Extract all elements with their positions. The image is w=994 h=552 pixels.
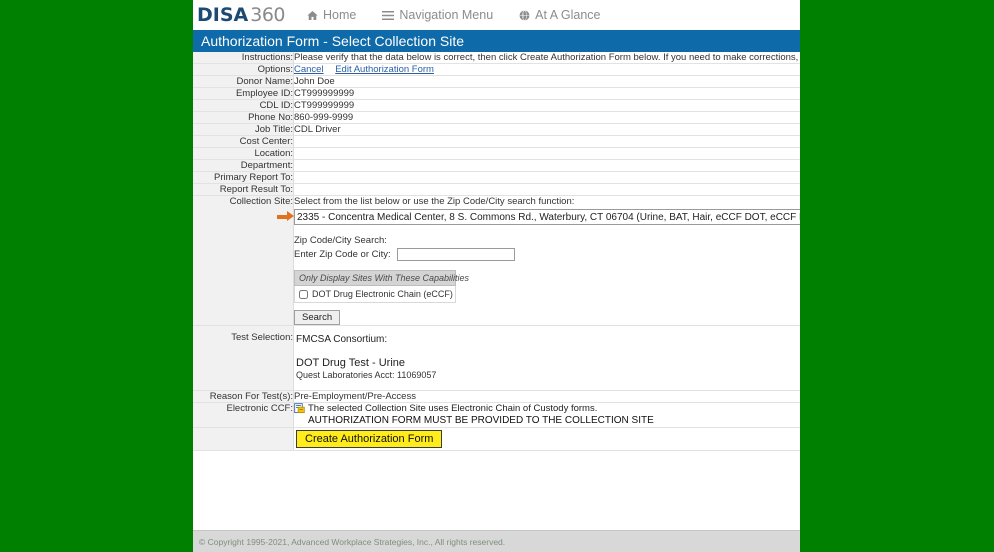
form-row-employee-id: Employee ID: CT999999999 [193, 88, 800, 100]
nav-item-home-label: Home [323, 8, 356, 22]
top-navigation-bar: DISA360 Home Navigation Menu At A Glance [193, 0, 800, 30]
dot-drug-eccf-label[interactable]: DOT Drug Electronic Chain (eCCF) [312, 289, 453, 299]
authorization-form-table: Instructions: Please verify that the dat… [193, 52, 800, 451]
brand-secondary-text: 360 [250, 4, 285, 26]
label-donor-name: Donor Name: [193, 76, 294, 88]
label-cost-center: Cost Center: [193, 136, 294, 148]
instructions-text: Please verify that the data below is cor… [294, 52, 800, 63]
app-page: DISA360 Home Navigation Menu At A Glance… [193, 0, 800, 552]
label-cdl-id: CDL ID: [193, 100, 294, 112]
create-authorization-form-button[interactable]: Create Authorization Form [296, 430, 442, 448]
label-collection-site: Collection Site: [193, 196, 294, 326]
capabilities-header: Only Display Sites With These Capabiliti… [294, 270, 456, 286]
value-cost-center [294, 136, 801, 148]
label-collection-site-text: Collection Site: [230, 196, 293, 207]
label-options: Options: [193, 64, 294, 76]
form-row-options: Options: Cancel Edit Authorization Form [193, 64, 800, 76]
label-reason-for-tests: Reason For Test(s): [193, 391, 294, 403]
value-job-title: CDL Driver [294, 124, 801, 136]
value-options: Cancel Edit Authorization Form [294, 64, 801, 76]
form-row-job-title: Job Title: CDL Driver [193, 124, 800, 136]
eccf-line1: The selected Collection Site uses Electr… [308, 403, 597, 414]
zip-search-label: Zip Code/City Search: [294, 235, 800, 246]
label-electronic-ccf: Electronic CCF: [193, 403, 294, 428]
value-reason-for-tests: Pre-Employment/Pre-Access [294, 391, 801, 403]
collection-site-select[interactable]: 2335 - Concentra Medical Center, 8 S. Co… [294, 209, 800, 225]
value-report-result-to [294, 184, 801, 196]
nav-item-at-a-glance-label: At A Glance [535, 8, 600, 22]
label-test-selection: Test Selection: [193, 326, 294, 391]
nav-item-navigation-menu[interactable]: Navigation Menu [382, 8, 493, 22]
dot-drug-eccf-checkbox[interactable] [299, 290, 308, 299]
page-footer: © Copyright 1995-2021, Advanced Workplac… [193, 530, 800, 552]
form-row-cdl-id: CDL ID: CT999999999 [193, 100, 800, 112]
value-collection-site: Select from the list below or use the Zi… [294, 196, 801, 326]
form-row-instructions: Instructions: Please verify that the dat… [193, 52, 800, 64]
globe-icon [519, 10, 530, 21]
test-consortium: FMCSA Consortium: [296, 334, 800, 345]
form-row-test-selection: Test Selection: FMCSA Consortium: DOT Dr… [193, 326, 800, 391]
form-row-report-result-to: Report Result To: [193, 184, 800, 196]
value-department [294, 160, 801, 172]
search-button[interactable]: Search [294, 310, 340, 325]
label-instructions: Instructions: [193, 52, 294, 64]
value-location [294, 148, 801, 160]
form-row-reason-for-tests: Reason For Test(s): Pre-Employment/Pre-A… [193, 391, 800, 403]
value-electronic-ccf: The selected Collection Site uses Electr… [294, 403, 801, 428]
cancel-link[interactable]: Cancel [294, 64, 324, 75]
value-test-selection: FMCSA Consortium: DOT Drug Test - Urine … [294, 326, 801, 391]
value-phone-no: 860-999-9999 [294, 112, 801, 124]
form-row-location: Location: [193, 148, 800, 160]
home-icon [307, 10, 318, 21]
zip-input-label: Enter Zip Code or City: [294, 249, 391, 260]
label-phone-no: Phone No: [193, 112, 294, 124]
value-donor-name: John Doe [294, 76, 801, 88]
electronic-document-icon [294, 403, 305, 417]
eccf-line2: AUTHORIZATION FORM MUST BE PROVIDED TO T… [308, 415, 654, 426]
nav-item-home[interactable]: Home [307, 8, 356, 22]
form-row-actions: Create Authorization Form [193, 428, 800, 451]
label-location: Location: [193, 148, 294, 160]
test-name: DOT Drug Test - Urine [296, 357, 800, 369]
test-lab-account: Quest Laboratories Acct: 11069057 [296, 370, 800, 380]
brand-logo: DISA360 [197, 4, 285, 26]
form-row-donor-name: Donor Name: John Doe [193, 76, 800, 88]
label-actions-empty [193, 428, 294, 451]
page-title: Authorization Form - Select Collection S… [193, 30, 800, 52]
form-row-department: Department: [193, 160, 800, 172]
label-department: Department: [193, 160, 294, 172]
capabilities-filter-box: Only Display Sites With These Capabiliti… [294, 270, 456, 303]
hamburger-icon [382, 10, 394, 21]
nav-item-at-a-glance[interactable]: At A Glance [519, 8, 600, 22]
form-row-phone-no: Phone No: 860-999-9999 [193, 112, 800, 124]
label-employee-id: Employee ID: [193, 88, 294, 100]
value-primary-report-to [294, 172, 801, 184]
value-instructions: Please verify that the data below is cor… [294, 52, 801, 64]
form-row-primary-report-to: Primary Report To: [193, 172, 800, 184]
edit-authorization-form-link[interactable]: Edit Authorization Form [335, 64, 434, 75]
value-employee-id: CT999999999 [294, 88, 801, 100]
capabilities-body: DOT Drug Electronic Chain (eCCF) [294, 286, 456, 303]
copyright-text: © Copyright 1995-2021, Advanced Workplac… [193, 531, 800, 547]
nav-item-navigation-menu-label: Navigation Menu [399, 8, 493, 22]
label-primary-report-to: Primary Report To: [193, 172, 294, 184]
value-actions: Create Authorization Form [294, 428, 801, 451]
collection-site-hint: Select from the list below or use the Zi… [294, 196, 800, 207]
brand-primary-text: DISA [197, 4, 248, 26]
value-cdl-id: CT999999999 [294, 100, 801, 112]
zip-search-group: Zip Code/City Search: Enter Zip Code or … [294, 235, 800, 261]
zip-code-input[interactable] [397, 248, 515, 261]
label-job-title: Job Title: [193, 124, 294, 136]
form-row-collection-site: Collection Site: Select from the list be… [193, 196, 800, 326]
form-row-cost-center: Cost Center: [193, 136, 800, 148]
label-report-result-to: Report Result To: [193, 184, 294, 196]
form-row-electronic-ccf: Electronic CCF: The selected Collectio [193, 403, 800, 428]
